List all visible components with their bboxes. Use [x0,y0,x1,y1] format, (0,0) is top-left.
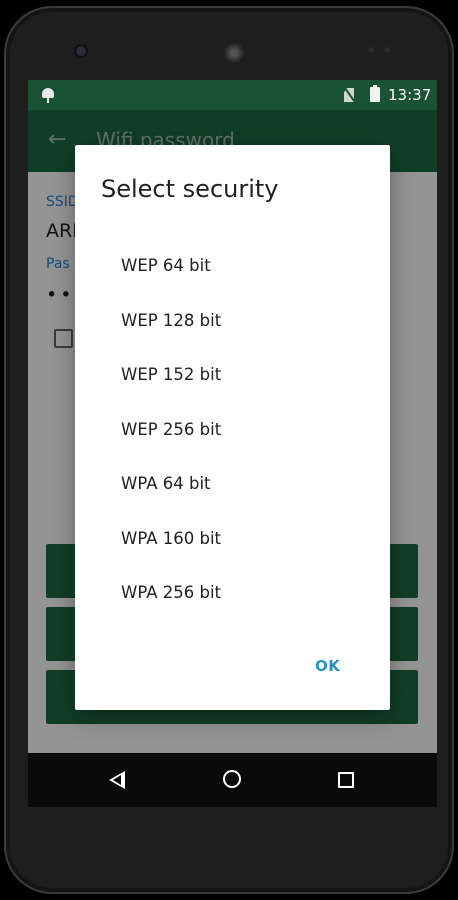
proximity-sensor [368,47,374,53]
ok-button[interactable]: OK [315,657,340,675]
security-option[interactable]: WEP 128 bit [121,311,221,330]
home-circle-icon[interactable] [223,770,241,788]
security-option[interactable]: WEP 152 bit [121,365,221,384]
earpiece-speaker [224,43,244,63]
security-option[interactable]: WPA 160 bit [121,529,221,548]
screen: 13:37 ← Wifi password SSID ARI Pas •• Se… [28,80,437,807]
security-option[interactable]: WEP 256 bit [121,420,221,439]
navigation-bar [28,753,437,807]
security-option[interactable]: WPA 64 bit [121,474,211,493]
security-option[interactable]: WPA 256 bit [121,583,221,602]
android-debug-icon [42,88,54,103]
status-time: 13:37 [388,86,432,104]
phone-frame: 13:37 ← Wifi password SSID ARI Pas •• Se… [4,6,454,894]
back-triangle-icon[interactable] [109,771,125,789]
dialog-title: Select security [101,175,279,203]
battery-charging-icon [370,85,380,102]
status-bar: 13:37 [28,80,437,110]
no-sim-icon [344,88,354,102]
front-camera [76,46,86,56]
recents-square-icon[interactable] [338,772,354,788]
light-sensor [384,47,390,53]
security-option[interactable]: WEP 64 bit [121,256,211,275]
select-security-dialog: Select security WEP 64 bit WEP 128 bit W… [75,145,390,710]
